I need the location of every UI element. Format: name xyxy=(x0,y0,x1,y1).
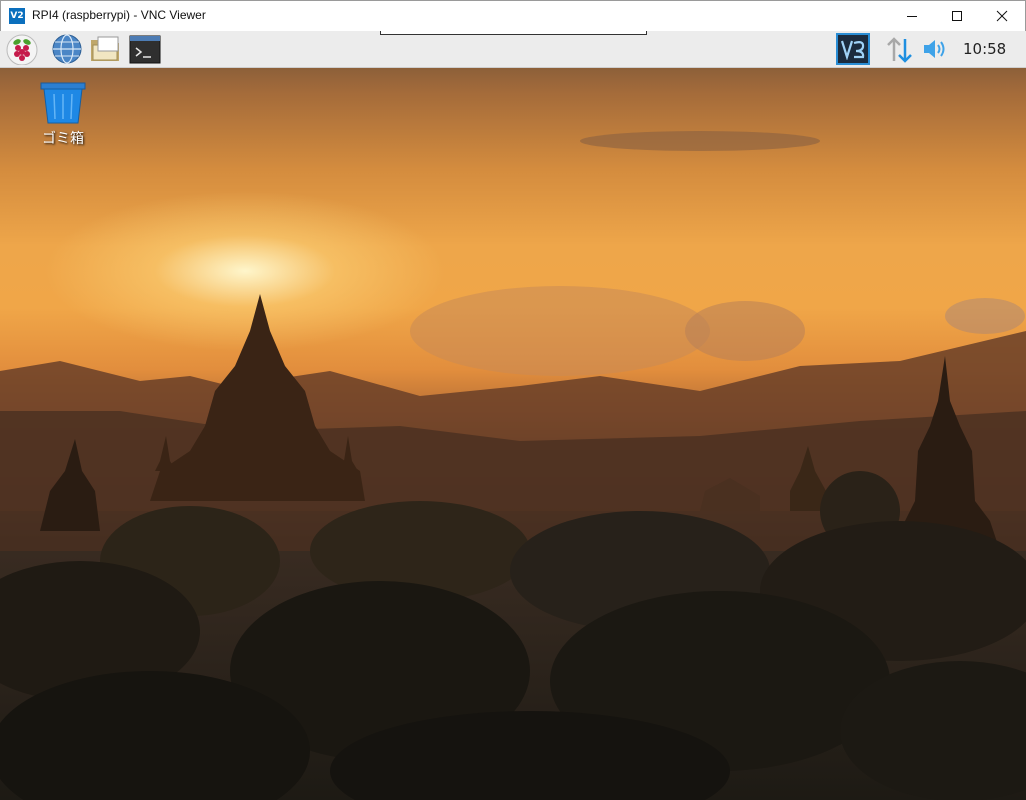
terminal-button[interactable] xyxy=(128,33,162,65)
close-icon xyxy=(996,10,1008,22)
top-panel: 10:58 xyxy=(0,31,1026,68)
trash-label: ゴミ箱 xyxy=(42,131,84,147)
trash-icon xyxy=(40,82,86,124)
folder-icon xyxy=(91,36,119,61)
window-title: RPI4 (raspberrypi) - VNC Viewer xyxy=(32,8,206,22)
speaker-icon xyxy=(924,40,945,58)
panel-clock[interactable]: 10:58 xyxy=(963,40,1006,58)
file-manager-button[interactable] xyxy=(89,33,123,65)
terminal-icon xyxy=(129,35,161,64)
maximize-icon xyxy=(952,11,962,21)
minimize-button[interactable] xyxy=(889,1,935,31)
remote-desktop[interactable]: 10:58 ゴミ箱 xyxy=(0,31,1026,800)
trash-desktop-icon[interactable]: ゴミ箱 xyxy=(30,81,96,153)
close-button[interactable] xyxy=(979,1,1025,31)
vnc-icon xyxy=(840,40,865,60)
maximize-button[interactable] xyxy=(934,1,980,31)
vnc-server-tray-button[interactable] xyxy=(836,33,870,65)
vnc-app-icon: V2 xyxy=(9,8,25,24)
taskbar-area[interactable] xyxy=(380,31,647,35)
window-titlebar: V2 RPI4 (raspberrypi) - VNC Viewer xyxy=(0,0,1026,31)
network-tray-button[interactable] xyxy=(885,36,915,63)
minimize-icon xyxy=(907,16,917,17)
web-browser-button[interactable] xyxy=(50,33,84,65)
volume-tray-button[interactable] xyxy=(922,37,950,61)
globe-icon xyxy=(52,34,82,64)
wallpaper-scene xyxy=(0,131,1026,800)
raspberry-menu-button[interactable] xyxy=(5,33,39,66)
network-arrows-icon xyxy=(887,37,912,63)
raspberry-icon xyxy=(6,34,38,66)
